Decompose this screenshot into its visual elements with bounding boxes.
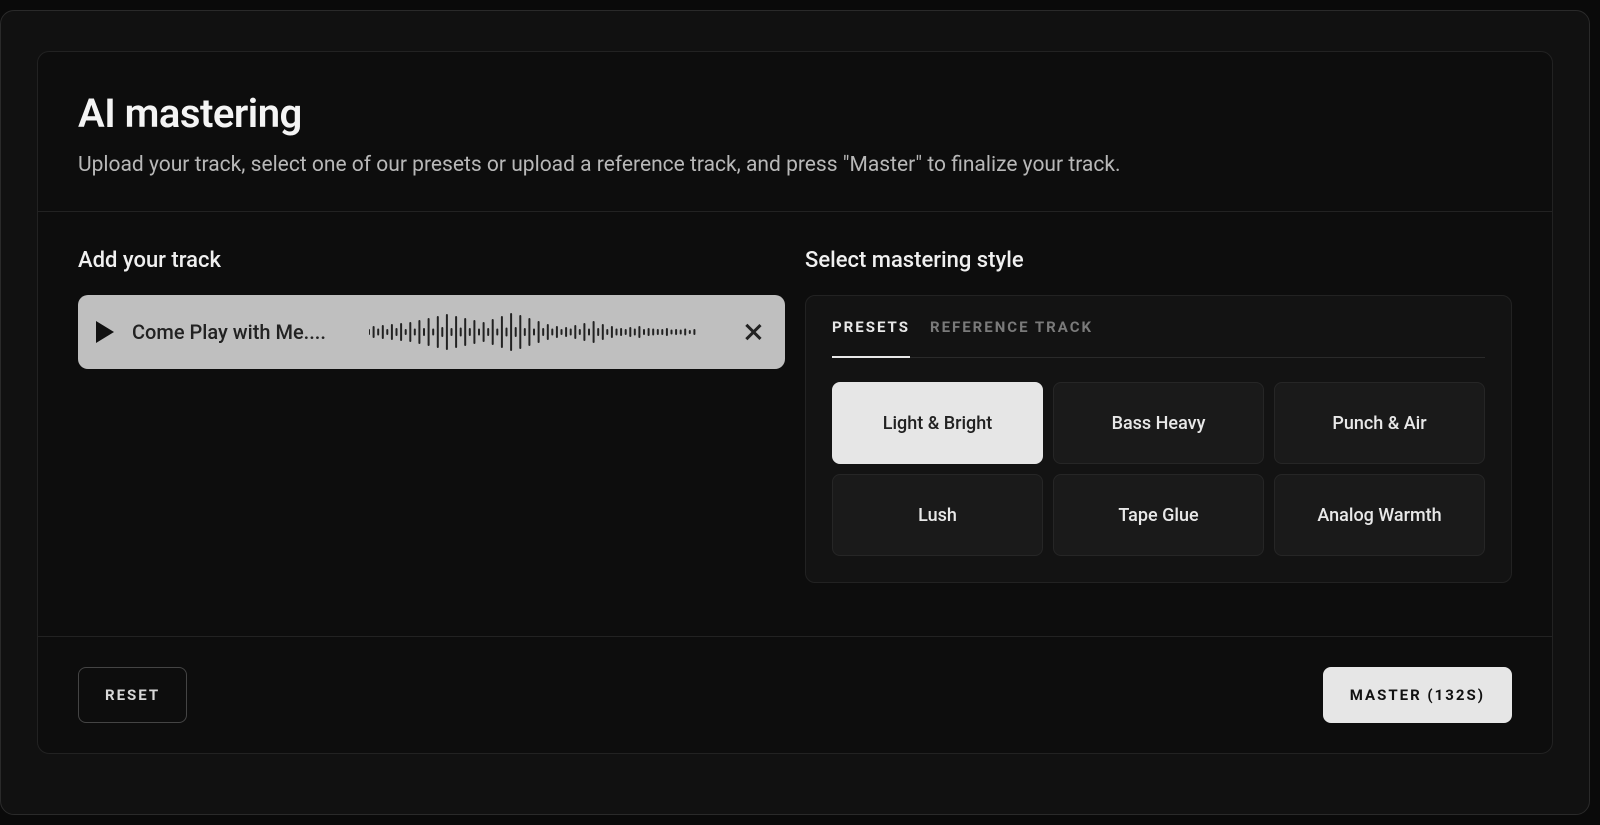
left-column: Add your track Come Play with Me.... bbox=[78, 248, 785, 616]
preset-light-bright[interactable]: Light & Bright bbox=[832, 382, 1043, 464]
add-track-label: Add your track bbox=[78, 248, 785, 273]
track-name: Come Play with Me.... bbox=[132, 320, 326, 344]
track-card: Come Play with Me.... bbox=[78, 295, 785, 369]
footer: RESET MASTER (132S) bbox=[38, 636, 1552, 753]
preset-bass-heavy[interactable]: Bass Heavy bbox=[1053, 382, 1264, 464]
reset-button[interactable]: RESET bbox=[78, 667, 187, 723]
style-label: Select mastering style bbox=[805, 248, 1512, 273]
main-panel: AI mastering Upload your track, select o… bbox=[0, 10, 1590, 815]
preset-tape-glue[interactable]: Tape Glue bbox=[1053, 474, 1264, 556]
tab-reference[interactable]: REFERENCE TRACK bbox=[930, 296, 1093, 358]
play-icon[interactable] bbox=[96, 321, 114, 343]
master-button[interactable]: MASTER (132S) bbox=[1323, 667, 1512, 723]
tab-presets[interactable]: PRESETS bbox=[832, 296, 910, 358]
card: AI mastering Upload your track, select o… bbox=[37, 51, 1553, 754]
page-title: AI mastering bbox=[78, 90, 1512, 137]
style-panel: PRESETS REFERENCE TRACK Light & Bright B… bbox=[805, 295, 1512, 583]
page-subtitle: Upload your track, select one of our pre… bbox=[78, 153, 1512, 177]
tabs: PRESETS REFERENCE TRACK bbox=[832, 296, 1485, 358]
preset-punch-air[interactable]: Punch & Air bbox=[1274, 382, 1485, 464]
preset-analog-warmth[interactable]: Analog Warmth bbox=[1274, 474, 1485, 556]
preset-lush[interactable]: Lush bbox=[832, 474, 1043, 556]
header: AI mastering Upload your track, select o… bbox=[38, 52, 1552, 212]
waveform[interactable] bbox=[344, 312, 725, 352]
preset-grid: Light & Bright Bass Heavy Punch & Air Lu… bbox=[832, 382, 1485, 556]
right-column: Select mastering style PRESETS REFERENCE… bbox=[805, 248, 1512, 616]
close-icon[interactable] bbox=[743, 322, 763, 342]
